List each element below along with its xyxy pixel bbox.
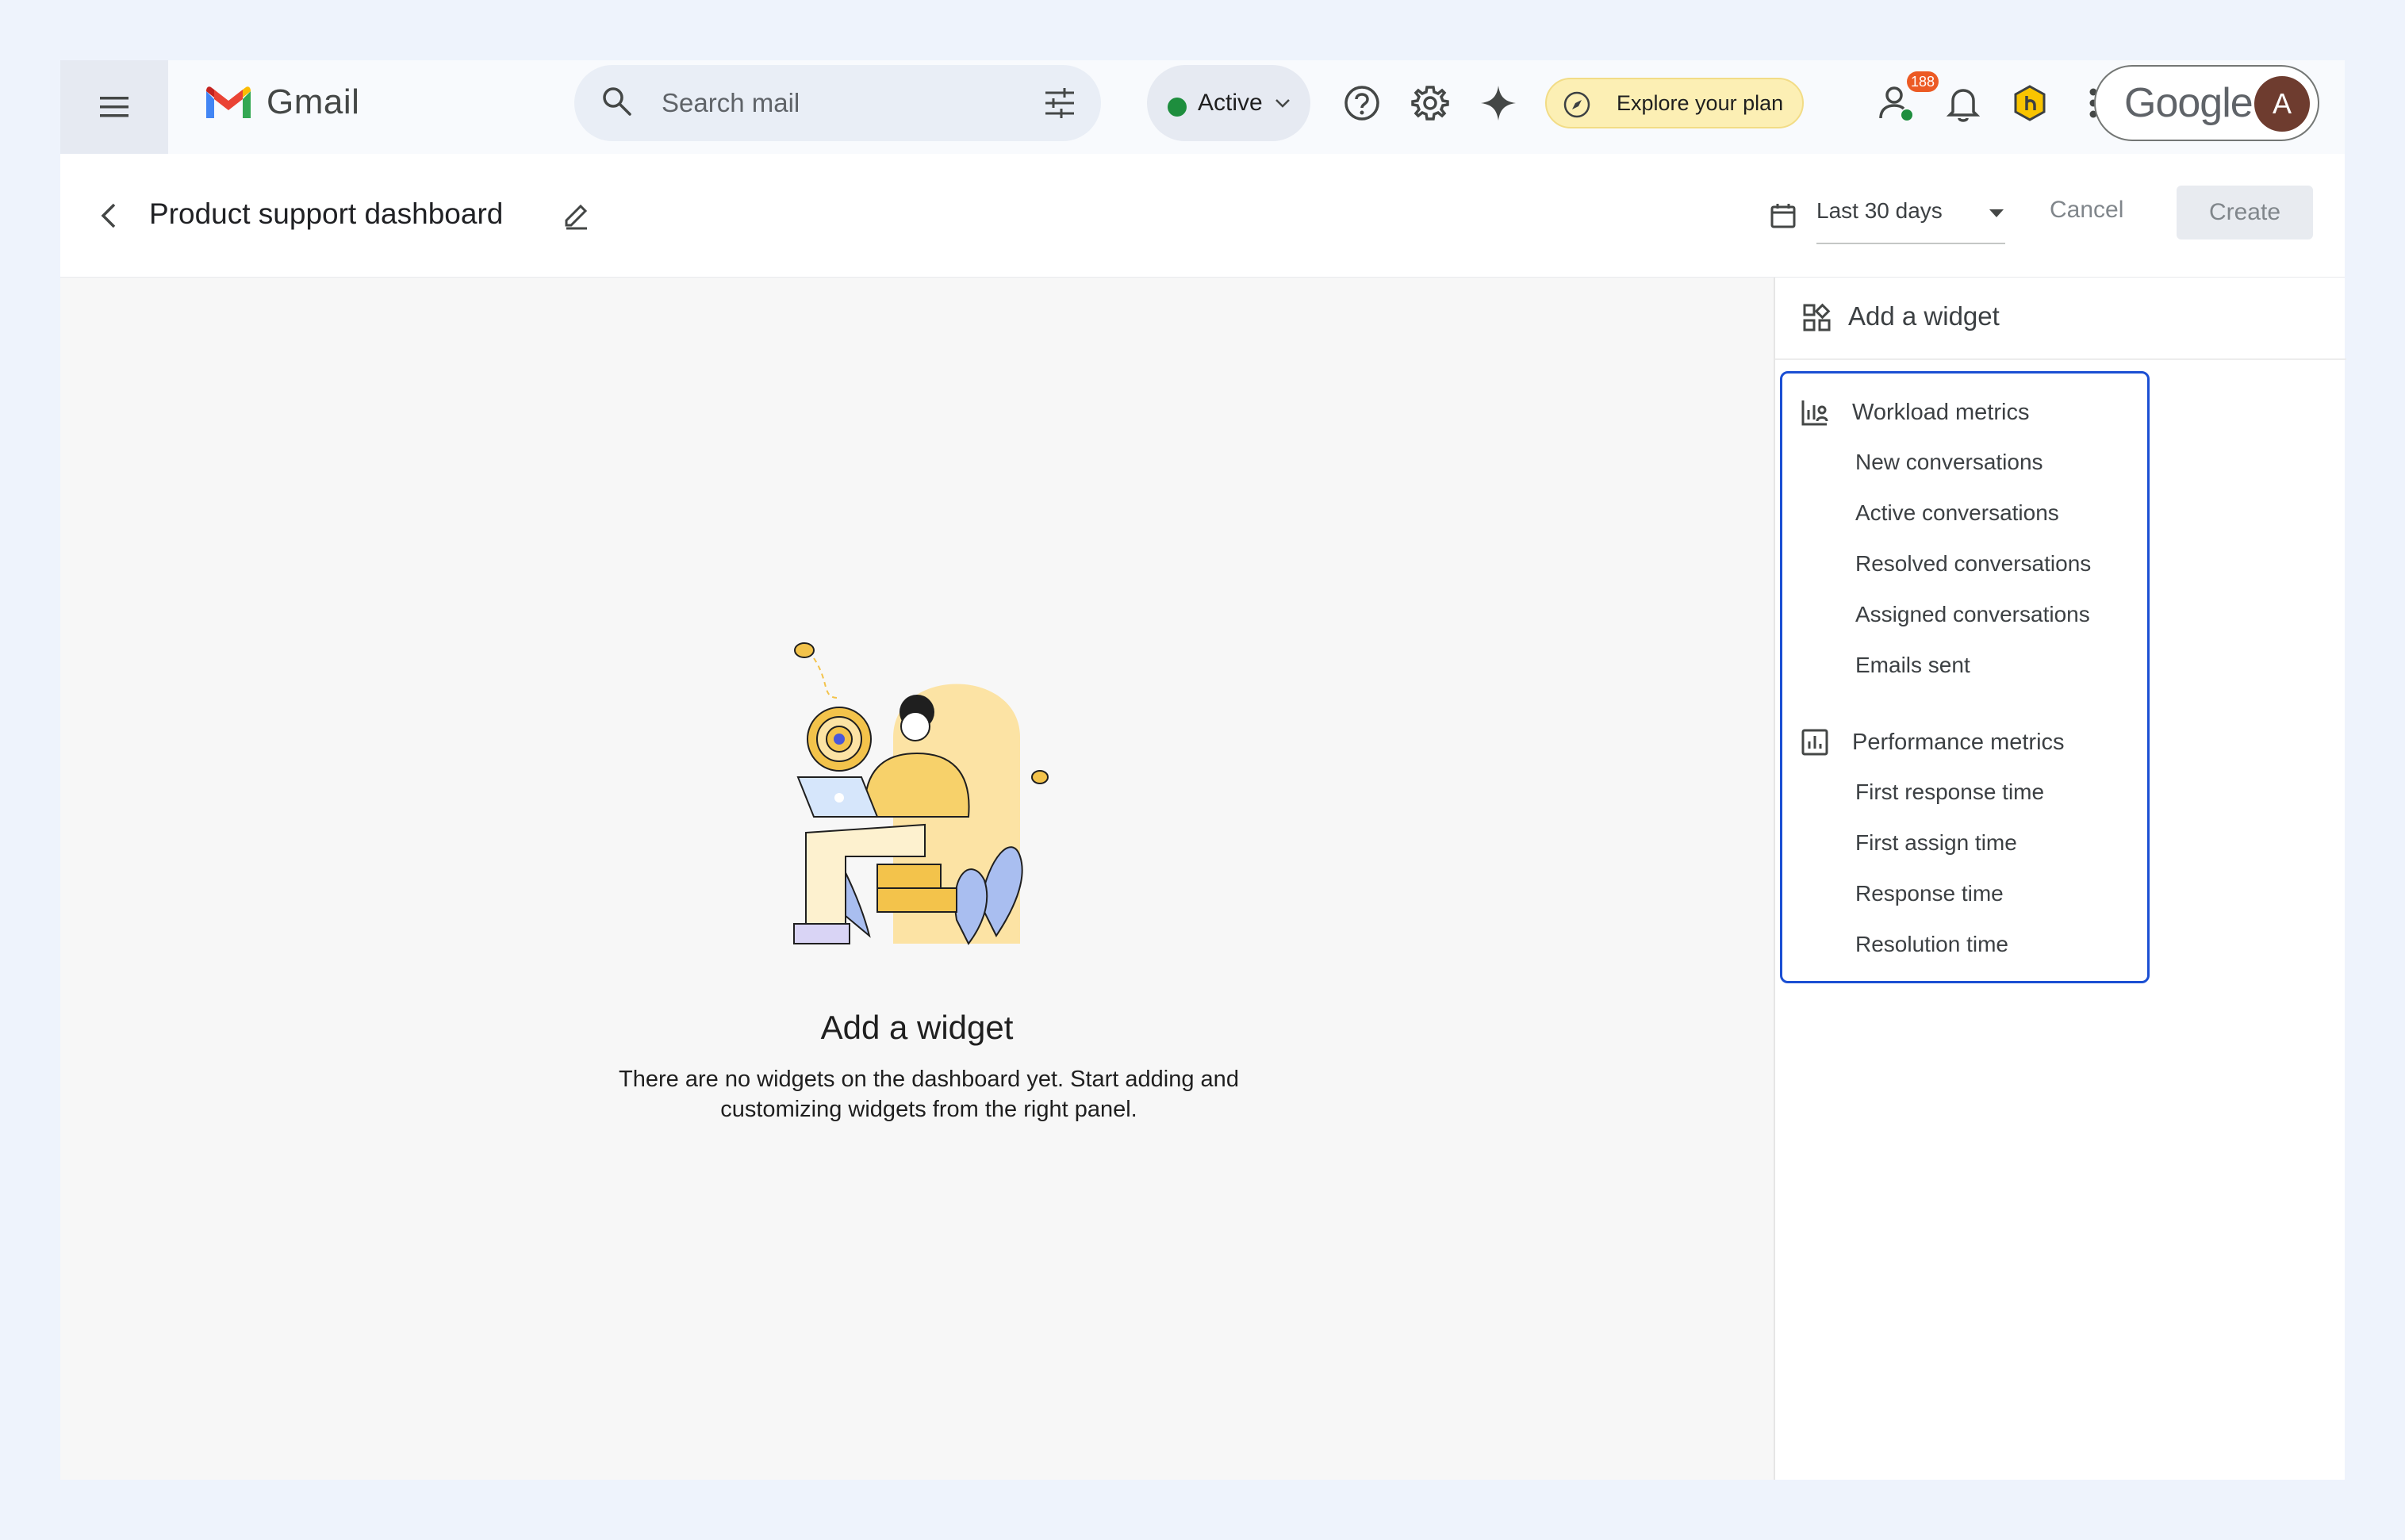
gmail-logo[interactable]: Gmail (203, 82, 359, 122)
workload-metrics-title: Workload metrics (1852, 399, 2030, 425)
edit-pencil-icon[interactable] (560, 198, 592, 230)
settings-gear-icon[interactable] (1410, 83, 1450, 123)
notification-count-badge: 188 (1907, 71, 1939, 92)
date-range-value: Last 30 days (1816, 198, 1943, 223)
workload-chart-icon (1801, 400, 1828, 426)
empty-state-description: There are no widgets on the dashboard ye… (619, 1067, 1239, 1122)
create-button[interactable]: Create (2177, 186, 2313, 239)
dashboard-header: Product support dashboard Last 30 days C… (60, 154, 2345, 278)
account-switcher[interactable]: Google A (2094, 65, 2319, 141)
workload-metrics-header[interactable]: Workload metrics (1800, 397, 2029, 427)
help-icon[interactable] (1342, 83, 1382, 123)
search-input[interactable]: Search mail (662, 88, 800, 118)
gmail-m-icon (206, 86, 251, 118)
explore-plan-label: Explore your plan (1617, 90, 1784, 115)
search-bar[interactable]: Search mail (574, 65, 1101, 141)
performance-metrics-header[interactable]: Performance metrics (1800, 727, 2065, 757)
sparkle-icon[interactable] (1479, 83, 1518, 123)
top-bar: Gmail Search mail Active Explore your pl… (60, 60, 2345, 154)
page-title: Product support dashboard (149, 197, 504, 230)
main-menu-button[interactable] (60, 60, 168, 154)
dashboard-canvas: Add a widget There are no widgets on the… (60, 278, 1774, 1480)
empty-state-illustration (793, 642, 1049, 945)
status-selector[interactable]: Active (1147, 65, 1310, 141)
add-widget-panel: Add a widget Workload metrics New conver… (1774, 278, 2346, 1480)
metrics-list: Workload metrics New conversations Activ… (1780, 371, 2150, 983)
app-window: Gmail Search mail Active Explore your pl… (60, 60, 2346, 1480)
performance-metrics-title: Performance metrics (1852, 729, 2065, 755)
search-icon[interactable] (600, 84, 635, 119)
empty-state-title: Add a widget (820, 1009, 1014, 1046)
metric-emails-sent[interactable]: Emails sent (1855, 653, 1970, 678)
back-arrow-icon[interactable] (94, 200, 125, 232)
avatar[interactable]: A (2254, 76, 2310, 132)
caret-down-icon (1989, 209, 2004, 217)
panel-title: Add a widget (1848, 301, 2000, 331)
search-options-icon[interactable] (1042, 86, 1077, 121)
compass-icon (1563, 91, 1590, 118)
chevron-down-icon (1275, 99, 1290, 108)
metric-active-conversations[interactable]: Active conversations (1855, 500, 2059, 526)
calendar-icon (1770, 204, 1796, 228)
panel-header: Add a widget (1775, 278, 2346, 360)
metric-resolution-time[interactable]: Resolution time (1855, 932, 2008, 957)
cancel-button[interactable]: Cancel (2050, 197, 2123, 224)
performance-chart-icon (1801, 729, 1828, 756)
hamburger-icon (100, 97, 128, 117)
metric-first-response-time[interactable]: First response time (1855, 780, 2044, 805)
metric-response-time[interactable]: Response time (1855, 881, 2004, 906)
metric-resolved-conversations[interactable]: Resolved conversations (1855, 551, 2091, 577)
google-wordmark: Google (2124, 80, 2253, 126)
metric-first-assign-time[interactable]: First assign time (1855, 830, 2017, 856)
hex-app-icon[interactable] (2010, 83, 2050, 123)
notifications-bell-icon[interactable] (1943, 83, 1983, 123)
status-dot-icon (1168, 98, 1187, 117)
metric-assigned-conversations[interactable]: Assigned conversations (1855, 602, 2090, 627)
explore-plan-button[interactable]: Explore your plan (1545, 78, 1804, 128)
widgets-icon (1803, 303, 1831, 331)
status-label: Active (1198, 90, 1263, 116)
app-name: Gmail (267, 82, 360, 121)
date-range-select[interactable]: Last 30 days (1816, 189, 2005, 244)
metric-new-conversations[interactable]: New conversations (1855, 450, 2043, 475)
